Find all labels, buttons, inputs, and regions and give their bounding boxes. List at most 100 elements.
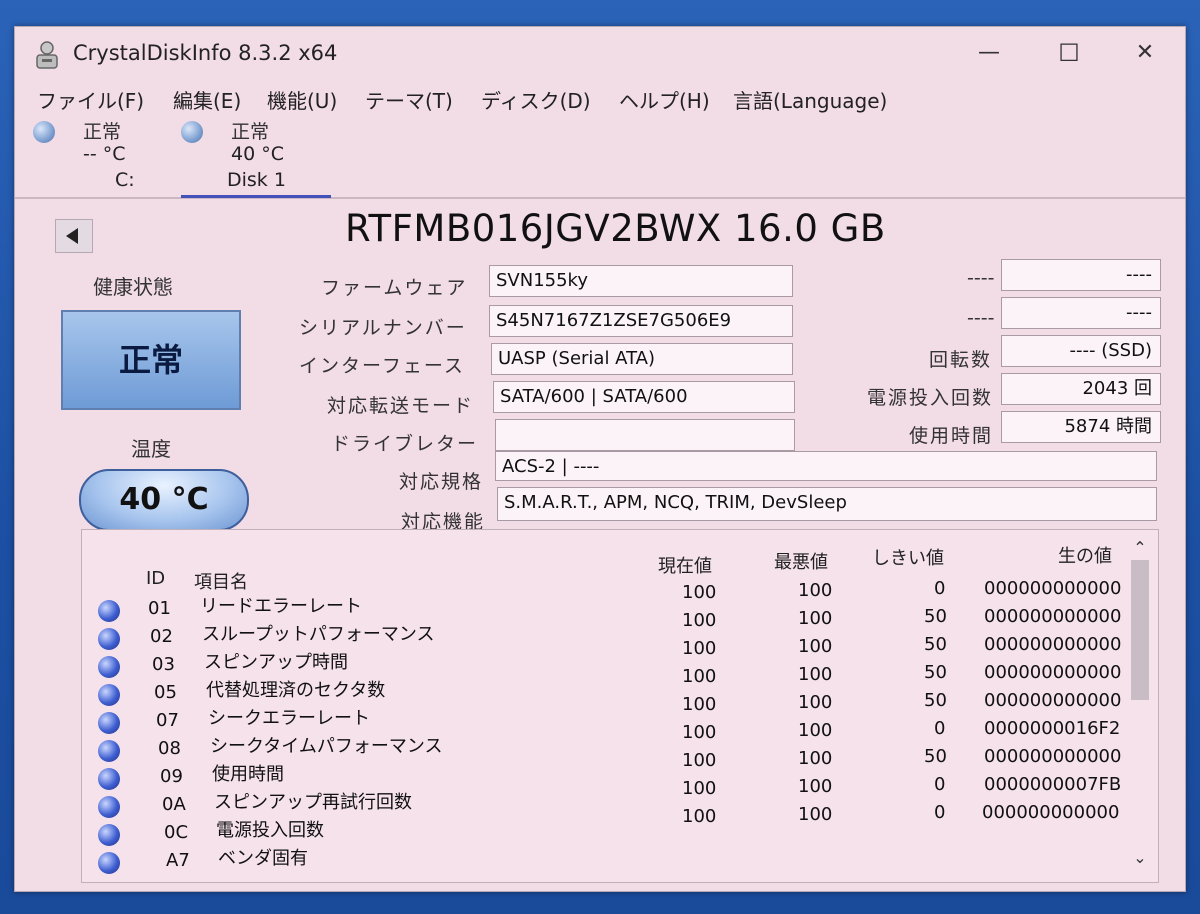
scroll-down-icon[interactable]: ⌄ [1128, 848, 1152, 868]
scroll-up-icon[interactable]: ⌃ [1128, 538, 1152, 558]
cell-worst: 100 [798, 580, 833, 601]
menu-function[interactable]: 機能(U) [267, 85, 337, 114]
minimize-button[interactable]: — [969, 35, 1009, 71]
cell-worst: 100 [798, 804, 833, 825]
cell-name: 使用時間 [212, 764, 284, 785]
status-ok-icon [98, 656, 120, 678]
status-ok-icon [98, 600, 120, 622]
power-count-label: 電源投入回数 [867, 387, 994, 409]
menu-bar: ファイル(F) 編集(E) 機能(U) テーマ(T) ディスク(D) ヘルプ(H… [15, 85, 1185, 115]
col-header-current[interactable]: 現在値 [658, 552, 712, 578]
cell-name: 電源投入回数 [216, 820, 324, 841]
cell-id: 08 [158, 738, 181, 759]
disk-status: 正常 [83, 121, 122, 143]
maximize-button[interactable]: ☐ [1049, 35, 1089, 71]
cell-threshold: 0 [934, 578, 946, 599]
status-ok-icon [98, 824, 120, 846]
disk-name: Disk 1 [227, 169, 286, 191]
col-header-raw[interactable]: 生の値 [1058, 542, 1112, 568]
disk-temp: 40 °C [231, 143, 284, 165]
cell-id: 09 [160, 766, 183, 787]
scroll-thumb[interactable] [1131, 560, 1149, 700]
firmware-field: SVN155ky [489, 265, 793, 297]
menu-theme[interactable]: テーマ(T) [365, 85, 453, 114]
disk-status: 正常 [231, 121, 270, 143]
status-dot-icon [33, 121, 55, 143]
reserved-field-2: ---- [1001, 297, 1161, 329]
drive-letter-label: ドライブレター [331, 433, 479, 455]
col-header-threshold[interactable]: しきい値 [872, 544, 944, 570]
menu-edit[interactable]: 編集(E) [173, 85, 241, 114]
disk-tab-disk1[interactable]: 正常 40 °C Disk 1 [181, 115, 331, 198]
cell-raw: 000000000000 [984, 690, 1122, 711]
cell-worst: 100 [798, 692, 833, 713]
status-ok-icon [98, 768, 120, 790]
window-title: CrystalDiskInfo 8.3.2 x64 [73, 41, 338, 65]
cell-name: スループットパフォーマンス [202, 624, 435, 645]
app-disk-icon [36, 41, 58, 69]
cell-raw: 000000000000 [982, 802, 1120, 823]
cell-raw: 000000000000 [984, 746, 1122, 767]
previous-disk-button[interactable] [55, 219, 93, 253]
temperature-badge[interactable]: 40 °C [79, 469, 249, 531]
health-label: 健康状態 [93, 275, 173, 299]
cell-current: 100 [682, 750, 717, 771]
transfer-mode-field: SATA/600 | SATA/600 [493, 381, 795, 413]
cell-raw: 000000000000 [984, 662, 1122, 683]
cell-worst: 100 [798, 664, 833, 685]
cell-id: 01 [148, 598, 171, 619]
disk-tab-c[interactable]: 正常 -- °C C: [33, 115, 183, 195]
app-window: CrystalDiskInfo 8.3.2 x64 — ☐ ✕ ファイル(F) … [14, 26, 1186, 892]
cell-threshold: 50 [924, 606, 947, 627]
features-field: S.M.A.R.T., APM, NCQ, TRIM, DevSleep [497, 487, 1157, 521]
status-ok-icon [98, 712, 120, 734]
temperature-label: 温度 [131, 437, 171, 461]
smart-table-scrollbar[interactable]: ⌃ ⌄ [1128, 538, 1152, 868]
cell-id: 0C [164, 822, 189, 843]
cell-threshold: 0 [934, 802, 946, 823]
menu-file[interactable]: ファイル(F) [37, 85, 144, 114]
status-ok-icon [98, 740, 120, 762]
cell-id: 0A [162, 794, 186, 815]
col-header-name[interactable]: 項目名 [194, 568, 248, 594]
cell-id: 02 [150, 626, 173, 647]
cell-name: スピンアップ時間 [204, 652, 348, 673]
menu-language[interactable]: 言語(Language) [733, 85, 887, 114]
menu-help[interactable]: ヘルプ(H) [619, 85, 710, 114]
cell-current: 100 [682, 778, 717, 799]
cell-threshold: 50 [924, 690, 947, 711]
menu-disk[interactable]: ディスク(D) [481, 85, 591, 114]
cell-id: A7 [166, 850, 190, 871]
cell-current: 100 [682, 638, 717, 659]
reserved-field-1: ---- [1001, 259, 1161, 291]
col-header-id[interactable]: ID [146, 568, 165, 589]
cell-worst: 100 [798, 748, 833, 769]
cell-name: スピンアップ再試行回数 [214, 792, 412, 813]
status-ok-icon [98, 796, 120, 818]
health-status-badge[interactable]: 正常 [61, 310, 241, 410]
cell-raw: 0000000007FB [984, 774, 1122, 795]
serial-label: シリアルナンバー [299, 317, 467, 339]
interface-label: インターフェース [299, 355, 465, 377]
cell-threshold: 50 [924, 746, 947, 767]
col-header-worst[interactable]: 最悪値 [774, 548, 828, 574]
reserved-label-1: ---- [967, 267, 995, 289]
close-button[interactable]: ✕ [1125, 35, 1165, 71]
power-count-field: 2043 回 [1001, 373, 1161, 405]
cell-current: 100 [682, 610, 717, 631]
table-row[interactable]: A7 ベンダ固有 [82, 848, 1122, 876]
power-hours-label: 使用時間 [909, 425, 994, 447]
cell-raw: 000000000000 [984, 578, 1122, 599]
standard-label: 対応規格 [399, 471, 484, 493]
smart-table[interactable]: ID 項目名 現在値 最悪値 しきい値 生の値 01 リードエラーレート 100… [81, 529, 1159, 883]
title-bar[interactable]: CrystalDiskInfo 8.3.2 x64 — ☐ ✕ [15, 27, 1185, 83]
status-ok-icon [98, 628, 120, 650]
cell-id: 07 [156, 710, 179, 731]
drive-letter-field [495, 419, 795, 451]
cell-worst: 100 [798, 720, 833, 741]
cell-raw: 0000000016F2 [984, 718, 1121, 739]
disk-name: C: [115, 169, 135, 191]
cell-name: ベンダ固有 [218, 848, 308, 869]
cell-worst: 100 [798, 776, 833, 797]
cell-name: リードエラーレート [200, 596, 362, 617]
